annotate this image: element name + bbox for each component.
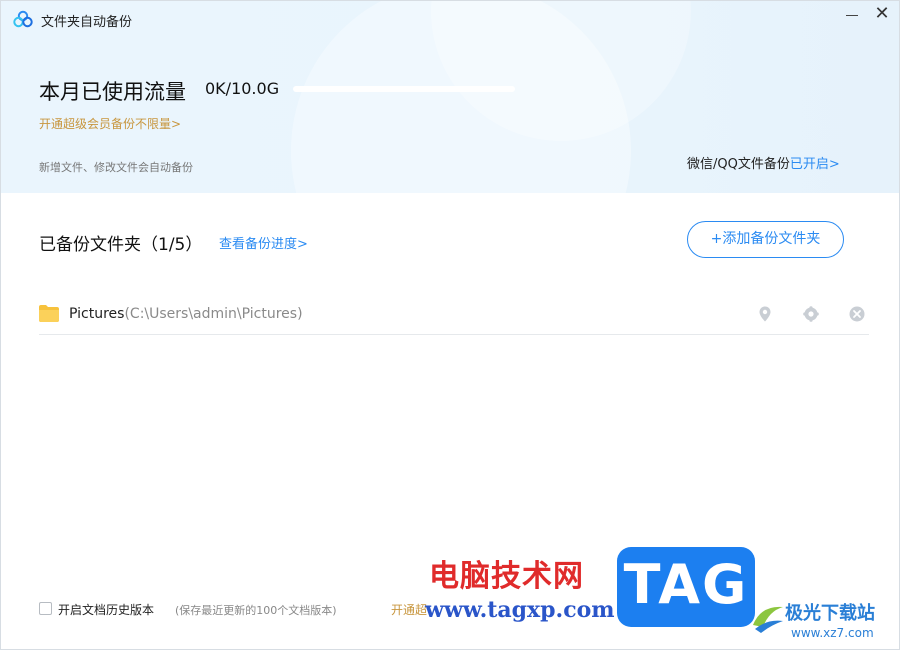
usage-progress-bar: [293, 86, 515, 92]
close-button[interactable]: ✕: [871, 3, 893, 25]
auto-backup-desc: 新增文件、修改文件会自动备份: [39, 161, 193, 174]
header-banner: 文件夹自动备份 ✕ 本月已使用流量 0K/10.0G 开通超级会员备份不限量> …: [1, 1, 899, 193]
backup-window: 文件夹自动备份 ✕ 本月已使用流量 0K/10.0G 开通超级会员备份不限量> …: [0, 0, 900, 650]
remove-folder-icon[interactable]: [848, 305, 866, 323]
vip-upgrade-link[interactable]: 开通超级会员备份不限量>: [39, 115, 181, 132]
wechat-qq-status-link[interactable]: 已开启>: [790, 157, 840, 172]
history-version-checkbox[interactable]: [39, 602, 52, 615]
view-progress-link[interactable]: 查看备份进度>: [219, 233, 308, 252]
watermark-xz-logo-icon: [753, 606, 783, 633]
app-logo-icon: [13, 10, 33, 28]
usage-label: 本月已使用流量: [39, 80, 186, 104]
folder-name: Pictures: [69, 306, 125, 322]
watermark-xz-url: www.xz7.com: [791, 626, 874, 640]
footer-vip-link[interactable]: 开通超: [391, 601, 427, 618]
wechat-qq-label: 微信/QQ文件备份: [687, 157, 790, 172]
folder-label: Pictures(C:\Users\admin\Pictures): [69, 306, 303, 322]
wechat-qq-backup: 微信/QQ文件备份已开启>: [687, 153, 840, 172]
minimize-button[interactable]: [841, 3, 863, 25]
location-pin-icon[interactable]: [756, 305, 774, 323]
history-version-note: (保存最近更新的100个文档版本): [175, 604, 337, 617]
backup-section-title: 已备份文件夹（1/5）: [39, 235, 203, 255]
watermark-tag-badge: TAG: [617, 547, 755, 627]
usage-value: 0K/10.0G: [205, 79, 280, 98]
folder-path: (C:\Users\admin\Pictures): [124, 306, 303, 322]
settings-gear-icon[interactable]: [802, 305, 820, 323]
watermark-tag-text: TAG: [623, 553, 749, 616]
watermark-xz-name: 极光下载站: [785, 603, 875, 624]
add-backup-folder-button[interactable]: +添加备份文件夹: [687, 221, 844, 258]
watermark-cn-text: 电脑技术网: [429, 559, 584, 594]
folder-icon: [39, 305, 59, 322]
watermark-url: www.tagxp.com: [425, 597, 615, 623]
folder-row[interactable]: Pictures(C:\Users\admin\Pictures): [39, 295, 869, 335]
history-version-label: 开启文档历史版本: [58, 603, 155, 617]
window-title: 文件夹自动备份: [41, 15, 133, 30]
title-bar[interactable]: 文件夹自动备份 ✕: [1, 1, 899, 37]
